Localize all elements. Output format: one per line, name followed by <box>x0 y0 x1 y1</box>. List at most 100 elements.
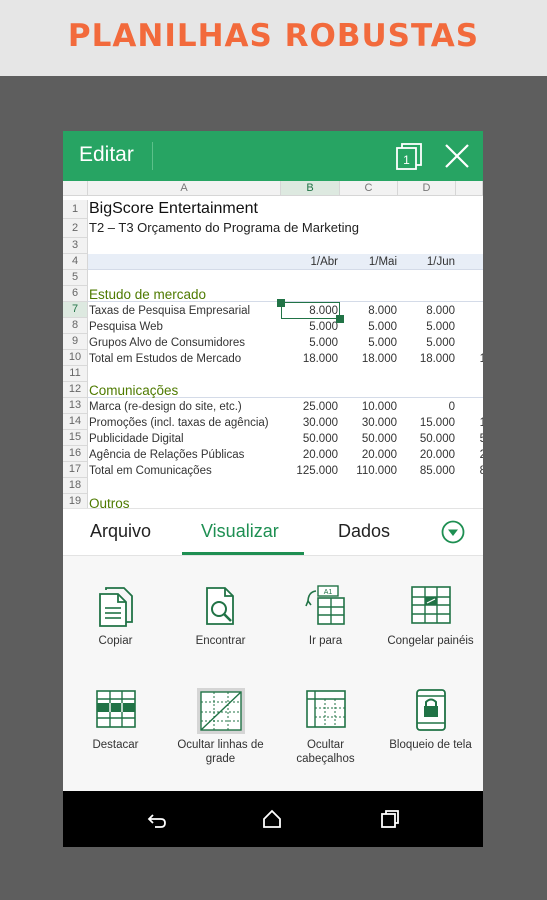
row-header[interactable]: 9 <box>63 334 88 350</box>
value-cell[interactable]: 8.000 <box>398 303 455 319</box>
value-cell[interactable]: 20.000 <box>281 447 338 463</box>
page-count: 1 <box>403 153 410 167</box>
row-header[interactable]: 19 <box>63 494 88 508</box>
value-cell[interactable]: 1 <box>456 415 483 431</box>
freeze-panes-tool[interactable]: Congelar painéis <box>378 584 483 648</box>
row-header[interactable]: 14 <box>63 414 88 430</box>
row-header[interactable]: 10 <box>63 350 88 366</box>
row-label[interactable]: Promoções (incl. taxas de agência) <box>89 415 269 431</box>
value-cell[interactable]: 5.000 <box>340 319 397 335</box>
sheet-title-cell[interactable]: BigScore Entertainment <box>89 201 258 217</box>
value-cell[interactable]: 5.000 <box>398 319 455 335</box>
tab-dados[interactable]: Dados <box>338 521 390 542</box>
value-cell[interactable]: 20.000 <box>340 447 397 463</box>
value-cell[interactable]: 18.000 <box>281 351 338 367</box>
corner-header[interactable] <box>63 181 88 196</box>
home-icon[interactable] <box>261 808 283 830</box>
value-cell[interactable]: 125.000 <box>281 463 338 479</box>
chevron-down-icon[interactable] <box>441 520 465 544</box>
value-cell[interactable]: 1 <box>456 351 483 367</box>
tab-arquivo[interactable]: Arquivo <box>90 521 151 542</box>
close-icon[interactable] <box>443 142 471 170</box>
hide-headers-tool[interactable]: Ocultar cabeçalhos <box>273 688 378 766</box>
row-header[interactable]: 15 <box>63 430 88 446</box>
copy-icon <box>98 587 133 627</box>
value-cell[interactable]: 15.000 <box>398 415 455 431</box>
value-cell[interactable]: 5.000 <box>281 335 338 351</box>
row-header[interactable]: 11 <box>63 366 88 382</box>
value-cell[interactable]: 30.000 <box>340 415 397 431</box>
pages-icon[interactable]: 1 <box>394 141 424 171</box>
value-cell[interactable]: 10.000 <box>340 399 397 415</box>
row-header[interactable]: 4 <box>63 254 88 270</box>
month-cell[interactable]: 1/Jun <box>398 254 455 270</box>
selected-cell[interactable] <box>281 302 340 319</box>
row-header[interactable]: 3 <box>63 238 88 254</box>
month-cell[interactable]: 1/Mai <box>340 254 397 270</box>
app-window: Editar 1 A B C D 1 2 3 4 5 6 7 8 9 10 11… <box>63 131 483 847</box>
value-cell[interactable]: 18.000 <box>398 351 455 367</box>
row-label[interactable]: Pesquisa Web <box>89 319 163 335</box>
value-cell[interactable]: 50.000 <box>281 431 338 447</box>
hide-gridlines-tool[interactable]: Ocultar linhas de grade <box>168 688 273 766</box>
row-header[interactable]: 16 <box>63 446 88 462</box>
row-header[interactable]: 17 <box>63 462 88 478</box>
row-header[interactable]: 7 <box>63 302 88 318</box>
column-header-c[interactable]: C <box>340 181 398 196</box>
selection-handle-end[interactable] <box>336 315 344 323</box>
section-heading[interactable]: Outros <box>89 496 130 508</box>
value-cell[interactable]: 5.000 <box>340 335 397 351</box>
row-header[interactable]: 2 <box>63 219 88 238</box>
value-cell[interactable]: 50.000 <box>340 431 397 447</box>
row-label[interactable]: Marca (re-design do site, etc.) <box>89 399 242 415</box>
value-cell[interactable]: 110.000 <box>340 463 397 479</box>
row-header[interactable]: 18 <box>63 478 88 494</box>
value-cell[interactable]: 5.000 <box>398 335 455 351</box>
value-cell[interactable]: 20.000 <box>398 447 455 463</box>
tab-visualizar[interactable]: Visualizar <box>201 521 279 542</box>
spreadsheet-grid[interactable]: A B C D 1 2 3 4 5 6 7 8 9 10 11 12 13 14… <box>63 181 483 508</box>
edit-title[interactable]: Editar <box>79 143 134 167</box>
find-label: Encontrar <box>195 635 246 647</box>
column-header-a[interactable]: A <box>88 181 281 196</box>
find-tool[interactable]: Encontrar <box>168 584 273 648</box>
screen-lock-tool[interactable]: Bloqueio de tela <box>378 688 483 752</box>
row-label[interactable]: Grupos Alvo de Consumidores <box>89 335 245 351</box>
row-label[interactable]: Total em Estudos de Mercado <box>89 351 241 367</box>
value-cell[interactable]: 5.000 <box>281 319 338 335</box>
highlight-tool[interactable]: Destacar <box>63 688 168 752</box>
value-cell[interactable]: 5 <box>456 431 483 447</box>
value-cell[interactable]: 50.000 <box>398 431 455 447</box>
row-header[interactable]: 13 <box>63 398 88 414</box>
section-heading[interactable]: Estudo de mercado <box>89 287 206 303</box>
row-header[interactable]: 8 <box>63 318 88 334</box>
back-icon[interactable] <box>145 808 167 830</box>
column-header-e[interactable] <box>456 181 483 196</box>
row-label[interactable]: Total em Comunicações <box>89 463 212 479</box>
value-cell[interactable]: 8 <box>456 463 483 479</box>
selection-handle-start[interactable] <box>277 299 285 307</box>
column-header-b[interactable]: B <box>281 181 340 196</box>
row-header[interactable]: 5 <box>63 270 88 286</box>
copy-tool[interactable]: Copiar <box>63 584 168 648</box>
value-cell[interactable]: 18.000 <box>340 351 397 367</box>
sheet-subtitle-cell[interactable]: T2 – T3 Orçamento do Programa de Marketi… <box>89 220 359 236</box>
row-header[interactable]: 1 <box>63 200 88 219</box>
goto-cell-icon: A1 <box>304 585 345 625</box>
row-label[interactable]: Taxas de Pesquisa Empresarial <box>89 303 250 319</box>
value-cell[interactable]: 85.000 <box>398 463 455 479</box>
value-cell[interactable]: 2 <box>456 447 483 463</box>
row-header[interactable]: 12 <box>63 382 88 398</box>
section-heading[interactable]: Comunicações <box>89 383 178 399</box>
row-label[interactable]: Agência de Relações Públicas <box>89 447 244 463</box>
value-cell[interactable]: 30.000 <box>281 415 338 431</box>
month-cell[interactable]: 1/Abr <box>281 254 339 270</box>
row-label[interactable]: Publicidade Digital <box>89 431 184 447</box>
row-header[interactable]: 6 <box>63 286 88 302</box>
value-cell[interactable]: 8.000 <box>340 303 397 319</box>
value-cell[interactable]: 25.000 <box>281 399 338 415</box>
column-header-d[interactable]: D <box>398 181 456 196</box>
value-cell[interactable]: 0 <box>398 399 455 415</box>
goto-tool[interactable]: A1 Ir para <box>273 584 378 648</box>
recent-apps-icon[interactable] <box>379 808 401 830</box>
